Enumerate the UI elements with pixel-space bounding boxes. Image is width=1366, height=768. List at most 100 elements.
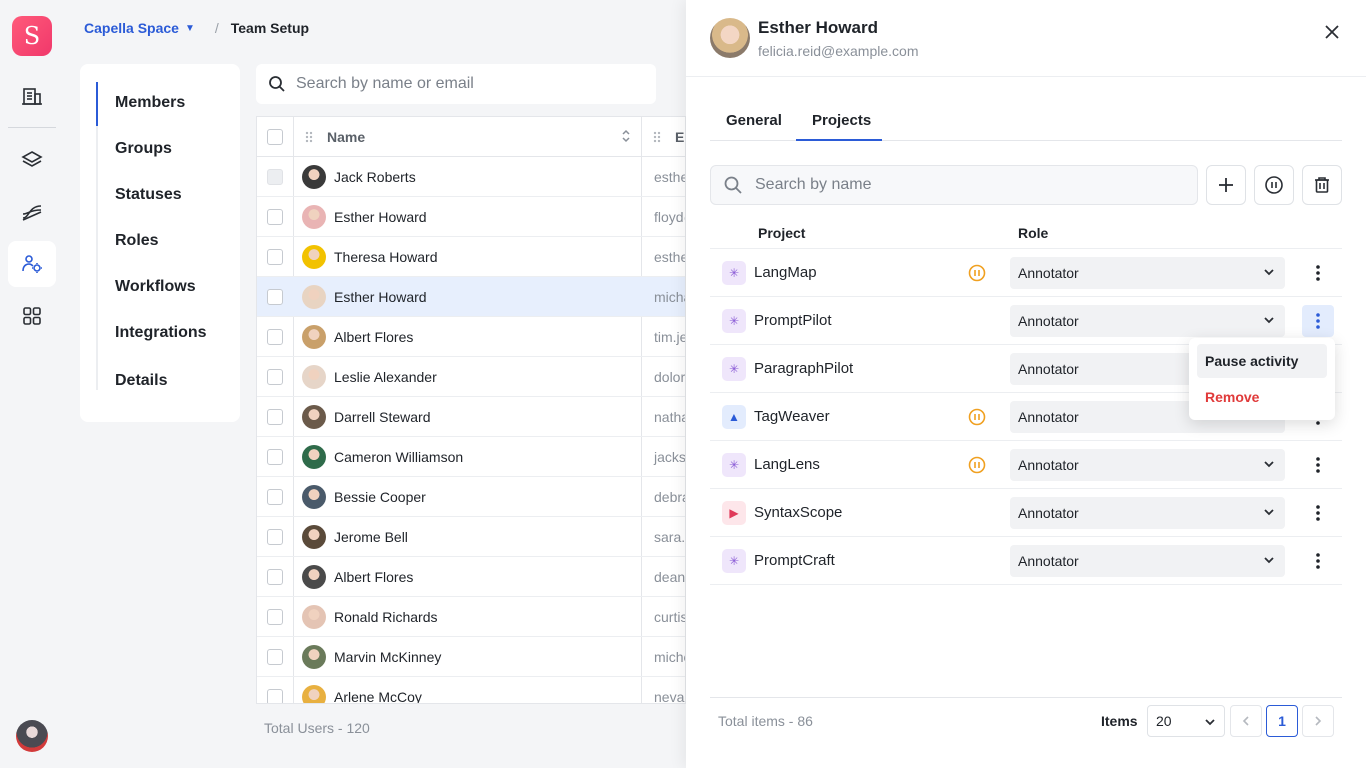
member-avatar: [710, 18, 750, 58]
row-checkbox[interactable]: [267, 569, 283, 585]
row-checkbox[interactable]: [267, 489, 283, 505]
table-row[interactable]: Marvin McKinney michelle@example.com: [257, 637, 685, 677]
more-vertical-icon: [1316, 553, 1320, 569]
subnav-item-integrations[interactable]: Integrations: [115, 324, 207, 342]
table-row[interactable]: Esther Howard michael@example.com: [257, 277, 685, 317]
project-name: PromptPilot: [754, 312, 832, 329]
table-row[interactable]: Ronald Richards curtis@example.com: [257, 597, 685, 637]
pause-projects-button[interactable]: [1254, 165, 1294, 205]
search-icon: [724, 176, 742, 194]
sort-icon[interactable]: [621, 128, 631, 144]
row-checkbox[interactable]: [267, 689, 283, 703]
row-checkbox[interactable]: [267, 609, 283, 625]
subnav-item-workflows[interactable]: Workflows: [115, 278, 196, 296]
pause-activity-menu-item[interactable]: Pause activity: [1197, 344, 1327, 378]
table-row[interactable]: Darrell Steward nathan@example.com: [257, 397, 685, 437]
project-search-input[interactable]: Search by name: [710, 165, 1198, 205]
role-select[interactable]: Annotator: [1010, 497, 1285, 529]
avatar: [302, 165, 326, 189]
apps-nav-button[interactable]: [8, 293, 56, 339]
select-all-checkbox[interactable]: [267, 129, 283, 145]
app-logo[interactable]: S: [12, 16, 52, 56]
row-actions-button[interactable]: [1302, 545, 1334, 577]
row-checkbox[interactable]: [267, 329, 283, 345]
email-column-header[interactable]: Email: [675, 129, 685, 145]
tab-general[interactable]: General: [726, 112, 782, 129]
member-name-cell: Esther Howard: [334, 209, 427, 225]
add-project-button[interactable]: [1206, 165, 1246, 205]
subnav-item-groups[interactable]: Groups: [115, 140, 172, 158]
workflow-nav-button[interactable]: [8, 189, 56, 235]
buildings-nav-button[interactable]: [8, 73, 56, 119]
chevron-down-icon: [1264, 461, 1274, 468]
project-name: SyntaxScope: [754, 504, 843, 521]
row-actions-button[interactable]: [1302, 497, 1334, 529]
sparkle-icon: ✳: [722, 453, 746, 477]
tab-projects[interactable]: Projects: [812, 112, 871, 129]
chevron-down-icon[interactable]: ▼: [185, 23, 195, 34]
subnav-item-statuses[interactable]: Statuses: [115, 186, 182, 204]
table-row[interactable]: Cameron Williamson jackson@example.com: [257, 437, 685, 477]
more-vertical-icon: [1316, 265, 1320, 281]
plus-icon: [1219, 178, 1233, 192]
member-email-cell: floyd@example.com: [654, 209, 685, 225]
table-row[interactable]: Theresa Howard esther@example.com: [257, 237, 685, 277]
close-icon[interactable]: [1322, 22, 1342, 42]
row-checkbox[interactable]: [267, 449, 283, 465]
role-select[interactable]: Annotator: [1010, 449, 1285, 481]
subnav-item-members[interactable]: Members: [115, 94, 185, 112]
delete-projects-button[interactable]: [1302, 165, 1342, 205]
avatar: [302, 685, 326, 703]
member-name-cell: Albert Flores: [334, 569, 414, 585]
row-checkbox[interactable]: [267, 249, 283, 265]
name-column-header[interactable]: Name: [327, 129, 365, 145]
member-email-cell: tim.jennings@example.com: [654, 329, 686, 345]
row-checkbox[interactable]: [267, 409, 283, 425]
project-context-menu: Pause activity Remove: [1189, 338, 1335, 420]
drag-handle-icon[interactable]: [305, 131, 313, 143]
table-row[interactable]: Esther Howard floyd@example.com: [257, 197, 685, 237]
table-row[interactable]: Leslie Alexander dolores@example.com: [257, 357, 685, 397]
table-row[interactable]: Albert Flores tim.jennings@example.com: [257, 317, 685, 357]
table-row[interactable]: Arlene McCoy nevaeh@example.com: [257, 677, 685, 704]
search-icon: [269, 76, 285, 92]
total-users-count: Total Users - 120: [264, 720, 370, 736]
project-name: TagWeaver: [754, 408, 830, 425]
role-value: Annotator: [1018, 409, 1079, 425]
members-search-input[interactable]: Search by name or email: [256, 64, 656, 104]
next-page-button[interactable]: [1302, 705, 1334, 737]
role-select[interactable]: Annotator: [1010, 257, 1285, 289]
row-actions-button[interactable]: [1302, 257, 1334, 289]
role-select[interactable]: Annotator: [1010, 305, 1285, 337]
current-page-button[interactable]: 1: [1266, 705, 1298, 737]
table-row[interactable]: Bessie Cooper debra@example.com: [257, 477, 685, 517]
subnav-item-roles[interactable]: Roles: [115, 232, 159, 250]
members-table: Name Email Jack Roberts esther@example.co…: [256, 116, 686, 704]
team-settings-nav-button[interactable]: [8, 241, 56, 287]
role-select[interactable]: Annotator: [1010, 545, 1285, 577]
workspace-switcher[interactable]: Capella Space: [84, 20, 179, 36]
table-row[interactable]: Jack Roberts esther@example.com: [257, 157, 685, 197]
row-checkbox[interactable]: [267, 529, 283, 545]
member-detail-panel: Esther Howard felicia.reid@example.com G…: [686, 0, 1366, 768]
table-row[interactable]: Albert Flores deanna@example.com: [257, 557, 685, 597]
row-checkbox[interactable]: [267, 369, 283, 385]
subnav-item-details[interactable]: Details: [115, 372, 167, 390]
row-actions-button[interactable]: [1302, 449, 1334, 481]
grid-icon: [23, 307, 41, 325]
current-user-avatar[interactable]: [16, 720, 48, 752]
row-actions-button[interactable]: [1302, 305, 1334, 337]
member-email-cell: nevaeh@example.com: [654, 689, 685, 704]
items-per-page-select[interactable]: 20: [1147, 705, 1225, 737]
row-checkbox[interactable]: [267, 289, 283, 305]
app-rail: S: [0, 0, 64, 768]
layers-nav-button[interactable]: [8, 137, 56, 183]
prev-page-button[interactable]: [1230, 705, 1262, 737]
row-checkbox[interactable]: [267, 209, 283, 225]
row-checkbox[interactable]: [267, 169, 283, 185]
drag-handle-icon[interactable]: [653, 131, 661, 143]
role-value: Annotator: [1018, 553, 1079, 569]
table-row[interactable]: Jerome Bell sara.cruz@example.com: [257, 517, 685, 557]
remove-menu-item[interactable]: Remove: [1205, 389, 1259, 405]
row-checkbox[interactable]: [267, 649, 283, 665]
